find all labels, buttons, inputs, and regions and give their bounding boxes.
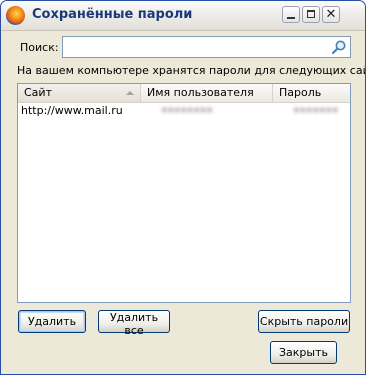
column-header-password-label: Пароль: [279, 86, 322, 99]
hide-passwords-button[interactable]: Скрыть пароли: [258, 310, 350, 333]
remove-all-button-label: Удалить все: [109, 311, 159, 337]
passwords-list[interactable]: Сайт Имя пользователя Пароль http://www.…: [17, 83, 351, 303]
close-button[interactable]: Закрыть: [270, 341, 337, 364]
minimize-button[interactable]: [282, 6, 300, 23]
list-header: Сайт Имя пользователя Пароль: [18, 84, 350, 103]
remove-all-button[interactable]: Удалить все: [98, 310, 170, 337]
close-icon: ✕: [325, 7, 337, 22]
row-password: •••••••: [272, 102, 338, 120]
row-username-value: ••••••••: [161, 104, 213, 117]
window-title: Сохранённые пароли: [32, 7, 193, 22]
remove-button[interactable]: Удалить: [18, 310, 86, 333]
search-field[interactable]: [62, 36, 351, 58]
column-header-username[interactable]: Имя пользователя: [140, 84, 272, 102]
close-window-button[interactable]: ✕: [322, 6, 340, 23]
column-header-site[interactable]: Сайт: [18, 84, 140, 102]
table-row[interactable]: http://www.mail.ru •••••••• •••••••: [18, 102, 350, 120]
sites-description: На вашем компьютере хранятся пароли для …: [17, 64, 366, 77]
close-button-label: Закрыть: [279, 346, 328, 359]
column-header-site-label: Сайт: [24, 86, 52, 99]
search-icon[interactable]: [331, 39, 347, 55]
title-bar[interactable]: Сохранённые пароли ✕: [1, 1, 365, 31]
search-input[interactable]: [66, 39, 328, 55]
search-label: Поиск:: [20, 41, 59, 54]
saved-passwords-window: Сохранённые пароли ✕ Поиск: На вашем ком…: [0, 0, 366, 375]
row-password-value: •••••••: [293, 104, 339, 117]
firefox-icon: [6, 6, 25, 25]
hide-passwords-button-label: Скрыть пароли: [259, 315, 349, 328]
maximize-button[interactable]: [302, 6, 320, 23]
column-header-password[interactable]: Пароль: [272, 84, 350, 102]
row-username: ••••••••: [140, 102, 213, 120]
column-header-username-label: Имя пользователя: [147, 86, 254, 99]
row-site: http://www.mail.ru: [21, 104, 123, 117]
sort-ascending-icon: [126, 91, 134, 95]
remove-button-label: Удалить: [27, 315, 77, 328]
maximize-icon: [307, 10, 315, 18]
minimize-icon: [287, 17, 295, 19]
